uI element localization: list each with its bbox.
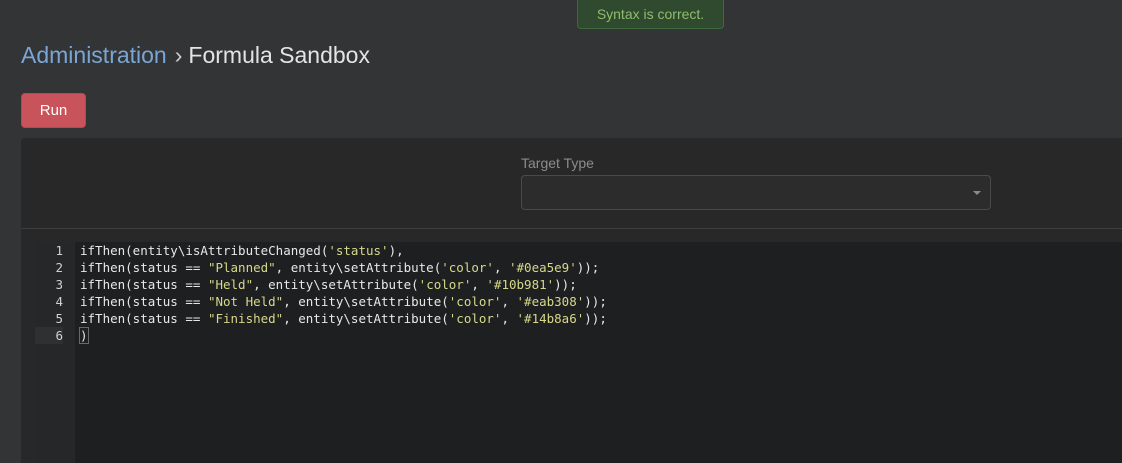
page-title: Formula Sandbox xyxy=(188,42,370,68)
string-token: '#14b8a6' xyxy=(516,311,585,326)
editor-gutter: 1 2 3 4 56 xyxy=(35,242,75,463)
string-token: "Finished" xyxy=(207,311,284,326)
string-token: 'color' xyxy=(441,260,494,275)
breadcrumb-separator: › xyxy=(174,42,183,68)
code-line: ) xyxy=(79,327,607,344)
code-token: ), xyxy=(388,243,404,258)
chevron-down-icon xyxy=(973,191,981,195)
code-token: )); xyxy=(584,311,607,326)
code-token: , entity\setAttribute( xyxy=(283,311,449,326)
string-token: "Held" xyxy=(207,277,254,292)
string-token: "Planned" xyxy=(207,260,276,275)
string-token: '#eab308' xyxy=(516,294,585,309)
line-number: 5 xyxy=(55,311,63,326)
string-token: 'color' xyxy=(448,311,502,326)
code-token: ifThen(status == xyxy=(80,311,208,326)
code-token: , xyxy=(501,294,517,309)
string-token: "Not Held" xyxy=(207,294,284,309)
string-token: 'color' xyxy=(418,277,472,292)
code-token: , xyxy=(471,277,487,292)
line-number: 1 xyxy=(55,243,63,258)
code-token: ifThen(entity\isAttributeChanged( xyxy=(80,243,329,258)
line-number: 6 xyxy=(35,327,63,344)
code-line: ifThen(status == "Planned", entity\setAt… xyxy=(80,259,607,276)
target-type-label: Target Type xyxy=(521,155,594,171)
string-token: 'color' xyxy=(448,294,502,309)
code-token: )); xyxy=(584,294,607,309)
code-token: ifThen(status == xyxy=(80,294,208,309)
run-button[interactable]: Run xyxy=(21,93,86,128)
panel-divider xyxy=(21,228,1122,229)
string-token: 'status' xyxy=(328,243,389,258)
code-token: )); xyxy=(576,260,600,275)
code-line: ifThen(status == "Finished", entity\setA… xyxy=(80,310,607,327)
code-token: , entity\setAttribute( xyxy=(253,277,419,292)
line-numbers: 1 2 3 4 56 xyxy=(35,242,63,344)
code-token: , xyxy=(501,311,517,326)
code-token: )); xyxy=(554,277,577,292)
code-line: ifThen(status == "Held", entity\setAttri… xyxy=(80,276,607,293)
matched-bracket: ) xyxy=(79,327,89,344)
target-type-select[interactable] xyxy=(521,175,991,210)
line-number: 4 xyxy=(55,294,63,309)
code-line: ifThen(status == "Not Held", entity\setA… xyxy=(80,293,607,310)
code-token: , entity\setAttribute( xyxy=(283,294,449,309)
syntax-status-toast: Syntax is correct. xyxy=(577,0,724,29)
formula-sandbox-page: Syntax is correct. Administration › Formul… xyxy=(0,0,1122,463)
code-token: ifThen(status == xyxy=(80,260,208,275)
code-content[interactable]: ifThen(entity\isAttributeChanged('status… xyxy=(79,242,607,344)
code-token: ifThen(status == xyxy=(80,277,208,292)
breadcrumb-administration-link[interactable]: Administration xyxy=(21,42,167,68)
code-token: , entity\setAttribute( xyxy=(275,260,442,275)
string-token: '#0ea5e9' xyxy=(509,260,577,275)
string-token: '#10b981' xyxy=(486,277,555,292)
line-number: 3 xyxy=(55,277,63,292)
code-line: ifThen(entity\isAttributeChanged('status… xyxy=(80,242,607,259)
formula-code-editor[interactable]: 1 2 3 4 56 ifThen(entity\isAttributeChanged(… xyxy=(35,242,1122,463)
code-token: , xyxy=(493,260,509,275)
line-number: 2 xyxy=(55,260,63,275)
breadcrumb: Administration › Formula Sandbox xyxy=(21,40,370,70)
